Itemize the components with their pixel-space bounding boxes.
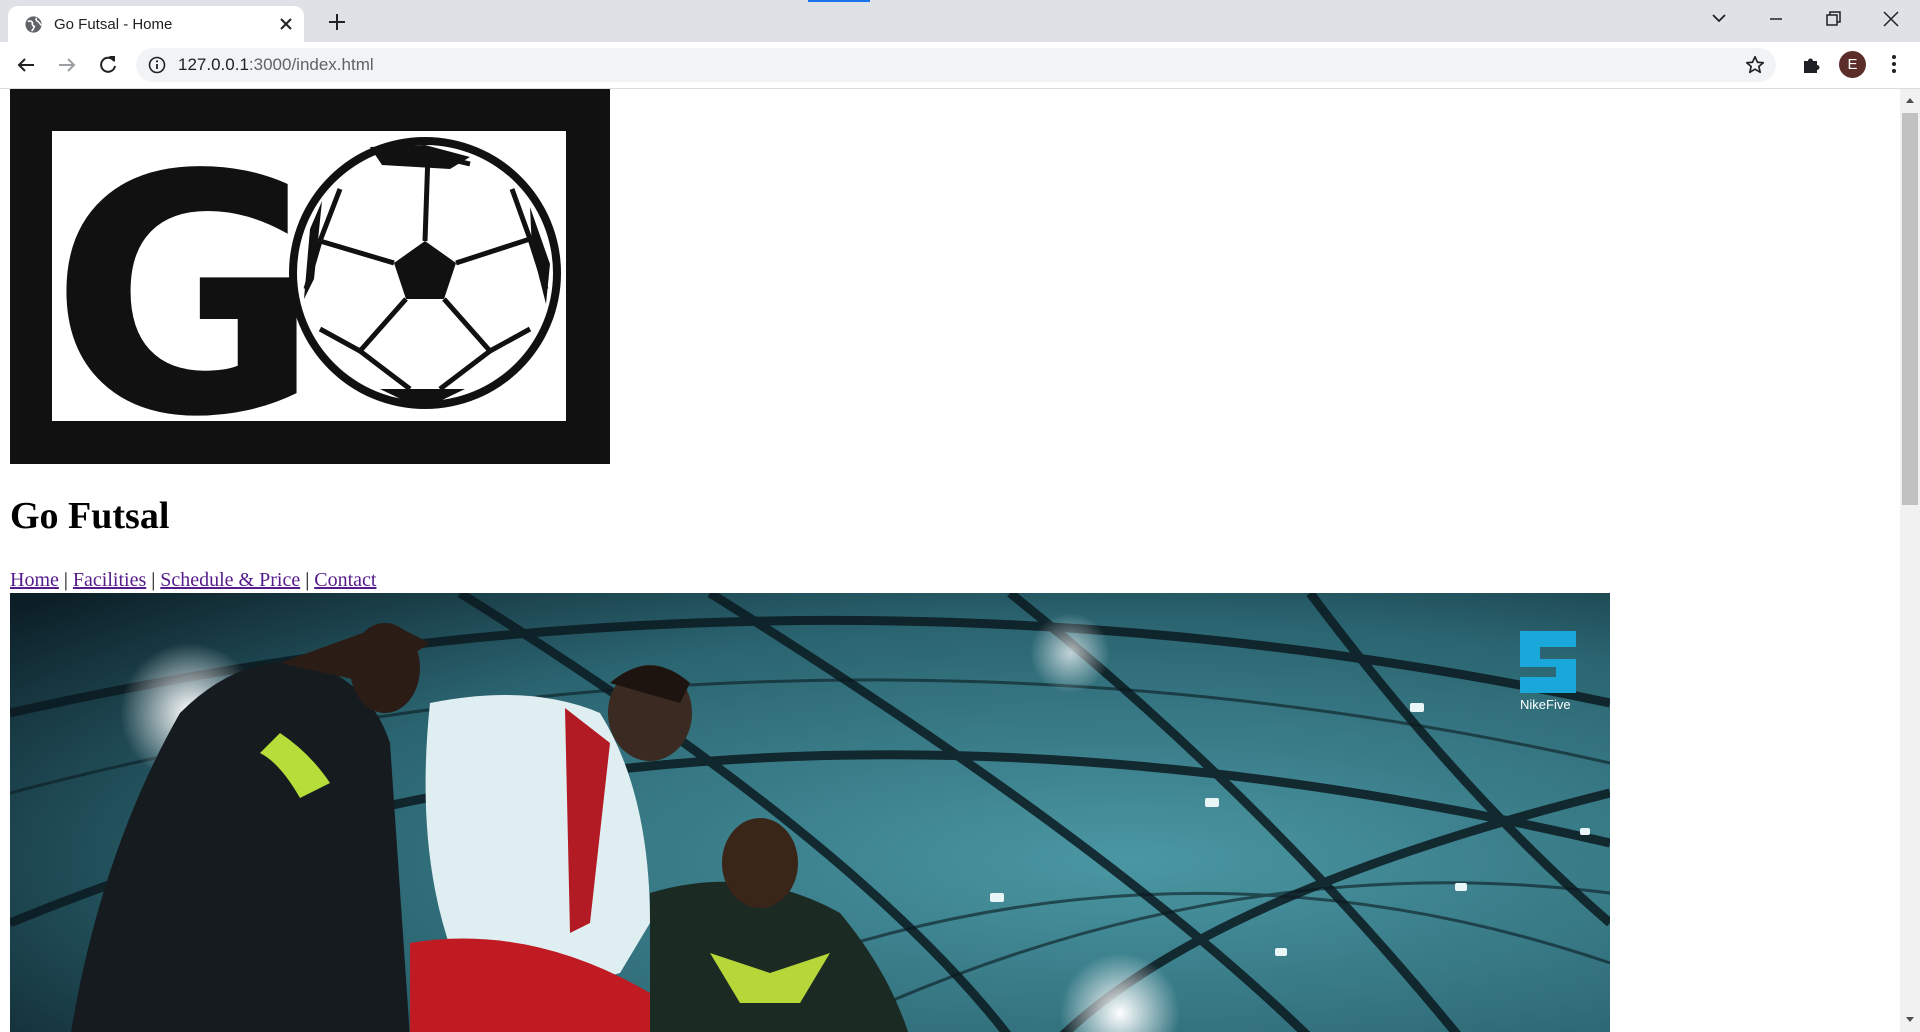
nav-separator: | [305,569,310,591]
scroll-down-icon[interactable] [1904,1015,1916,1025]
more-menu-icon[interactable] [1884,52,1904,76]
back-icon[interactable] [14,53,38,77]
close-tab-icon[interactable] [276,14,296,34]
hero-image: NikeFive [10,593,1610,1032]
nikefive-caption: NikeFive [1520,697,1571,712]
tab-search-icon[interactable] [1704,6,1734,32]
address-url[interactable]: 127.0.0.1:3000/index.html [178,55,374,75]
main-nav: Home | Facilities | Schedule & Price | C… [10,569,376,592]
page-viewport: G Go Futsal Home | Facilities | Schedule… [0,89,1900,1032]
new-tab-icon[interactable] [325,10,349,34]
soccer-ball-icon [289,137,561,409]
nav-link-contact[interactable]: Contact [314,569,376,591]
go-futsal-logo: G [10,89,610,464]
bookmark-star-icon[interactable] [1744,54,1766,76]
restore-icon[interactable] [1818,6,1848,32]
tab-title: Go Futsal - Home [54,16,173,33]
profile-avatar[interactable]: E [1839,51,1866,78]
nav-link-schedule-price[interactable]: Schedule & Price [160,569,300,591]
nav-link-facilities[interactable]: Facilities [73,569,146,591]
extensions-icon[interactable] [1800,52,1824,76]
site-info-icon[interactable] [148,56,166,74]
address-bar[interactable]: 127.0.0.1:3000/index.html [136,48,1776,82]
browser-toolbar: 127.0.0.1:3000/index.html [0,42,1920,89]
logo-letter: G [50,105,321,464]
browser-tab[interactable]: Go Futsal - Home [8,6,304,42]
minimize-icon[interactable] [1761,6,1791,32]
tab-indicator [808,0,870,2]
reload-icon[interactable] [96,53,120,77]
nav-separator: | [63,569,68,591]
scroll-up-icon[interactable] [1904,95,1916,105]
page-title: Go Futsal [10,495,170,537]
browser-tabbar: Go Futsal - Home [0,0,1920,42]
close-window-icon[interactable] [1876,6,1906,32]
globe-icon [25,16,42,33]
forward-icon[interactable] [55,53,79,77]
page-scrollbar[interactable] [1900,89,1920,1032]
nav-link-home[interactable]: Home [10,569,59,591]
scrollbar-thumb[interactable] [1902,113,1918,505]
nav-separator: | [151,569,156,591]
